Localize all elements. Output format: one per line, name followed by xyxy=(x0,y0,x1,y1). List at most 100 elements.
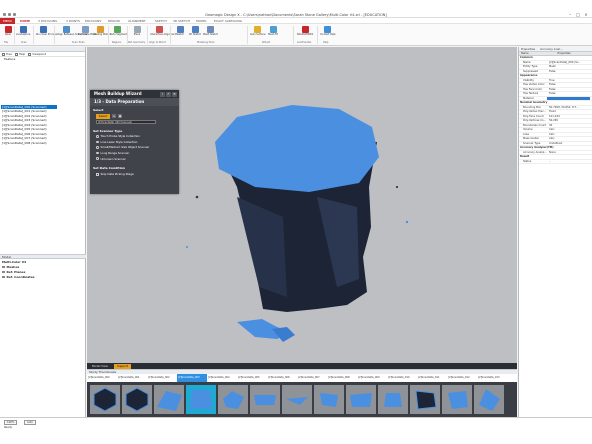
skip-data-picking-option[interactable]: Skip Data Picking Stage xyxy=(90,171,179,177)
thumbnail-name[interactable]: [2]ScanData_007 xyxy=(297,374,327,382)
property-row[interactable]: Status – xyxy=(519,160,592,164)
tab-home[interactable]: HOME xyxy=(20,19,30,23)
wizard-next-button[interactable]: › xyxy=(160,91,165,97)
add-icon[interactable]: + xyxy=(112,114,116,119)
maximize-button[interactable]: □ xyxy=(574,12,582,17)
thumbnail[interactable] xyxy=(442,385,472,414)
model-tree-item-ref-coordinates[interactable]: Ref. Coordinates xyxy=(1,275,85,280)
thumbnail[interactable] xyxy=(474,385,504,414)
livecapture-button[interactable]: LiveCapture xyxy=(16,26,30,41)
plane-button[interactable]: Plane xyxy=(130,26,144,41)
align-between-scan-data-button[interactable]: Align Between Scan Data xyxy=(57,26,87,41)
group-label-file: File xyxy=(4,41,8,44)
tab-polygons[interactable]: POLYGONS xyxy=(85,19,101,23)
property-value[interactable]: Undefined xyxy=(547,142,592,146)
property-value[interactable]: [2][ScanData]_000 (Sc... xyxy=(547,61,592,65)
tab-3d-sketch[interactable]: 3D SKETCH xyxy=(173,19,190,23)
3d-sketch-button[interactable]: 3D Sketch xyxy=(188,26,202,41)
thumbnail-name[interactable]: [2]ScanData_000 xyxy=(87,374,117,382)
thumbnail[interactable] xyxy=(90,385,120,414)
tab-properties[interactable]: Properties xyxy=(521,47,535,51)
property-value[interactable]: None xyxy=(547,151,592,155)
interactive-alignment-button[interactable]: Interactive Alignment xyxy=(150,26,176,41)
thumbnail-name[interactable]: [2]ScanData_001 xyxy=(117,374,147,382)
property-value[interactable]: – xyxy=(547,160,592,164)
thumbnail-name[interactable]: [2]ScanData_002 xyxy=(147,374,177,382)
auto-surface-button[interactable]: Auto Surface xyxy=(250,26,265,41)
tab-help[interactable]: Help xyxy=(14,52,25,56)
property-value[interactable]: Calc. xyxy=(547,128,592,132)
property-value[interactable]: 101,244 xyxy=(547,115,592,119)
tab-3-points[interactable]: 3 POINTS xyxy=(66,19,80,23)
thumbnail-name[interactable]: [2]ScanData_004 xyxy=(207,374,237,382)
property-value[interactable]: Fixed xyxy=(547,110,592,114)
tab-viewpoint[interactable]: Viewpoint xyxy=(28,52,46,56)
thumbnail[interactable] xyxy=(410,385,440,414)
sketch-button[interactable]: Sketch xyxy=(173,26,187,41)
healing-wizard-button[interactable]: Healing Wizard xyxy=(93,26,111,41)
wizard-select-button[interactable]: Select xyxy=(96,114,110,119)
thumbnail-name[interactable]: [2]ScanData_005 xyxy=(237,374,267,382)
thumbnail[interactable] xyxy=(122,385,152,414)
thumbnail-name[interactable]: [2]ScanData_008 xyxy=(327,374,357,382)
thumbnail[interactable] xyxy=(346,385,376,414)
property-section-label: Accuracy Analyzer(TM) xyxy=(520,146,554,149)
thumbnail-name[interactable]: [2]ScanData_013 xyxy=(477,374,507,382)
selection-mode-field[interactable]: Auto xyxy=(24,420,37,425)
expand-icon[interactable] xyxy=(2,265,5,269)
wizard-selected-item[interactable]: [2][ScanData]_000 (Scanned) xyxy=(96,119,156,124)
thumbnail[interactable] xyxy=(154,385,184,414)
wizard-ok-button[interactable]: ✓ xyxy=(166,91,171,97)
tab-exact-surfacing[interactable]: EXACT SURFACING xyxy=(214,19,242,23)
close-button[interactable]: × xyxy=(582,12,590,17)
thumbnail[interactable] xyxy=(250,385,280,414)
tab-alignment[interactable]: ALIGNMENT xyxy=(128,19,146,23)
thumbnail-name[interactable]: [2]ScanData_010 xyxy=(387,374,417,382)
tab-model[interactable]: MODEL xyxy=(196,19,207,23)
tab-region[interactable]: REGION xyxy=(108,19,120,23)
thumbnail[interactable] xyxy=(314,385,344,414)
property-value[interactable]: Calc. xyxy=(547,133,592,137)
expand-icon[interactable] xyxy=(2,270,5,274)
tab-3-polygons[interactable]: 3 POLYGONS xyxy=(38,19,57,23)
thumbnail-name[interactable]: [2]ScanData_006 xyxy=(267,374,297,382)
open-button[interactable]: Open xyxy=(1,26,15,41)
thumbnail[interactable] xyxy=(282,385,312,414)
property-value[interactable]: 50.7268, 50.652, 8.7... xyxy=(547,106,592,110)
mesh-fit-button[interactable]: Mesh Fit xyxy=(266,26,280,41)
property-value[interactable]: Calc. xyxy=(547,137,592,141)
property-value[interactable]: False xyxy=(547,70,592,74)
property-value[interactable]: False xyxy=(547,83,592,87)
thumbnail[interactable] xyxy=(378,385,408,414)
solidworks-button[interactable]: SOLIDWORKS xyxy=(296,26,314,41)
tab-tree[interactable]: Tree xyxy=(2,52,12,56)
thumbnail[interactable] xyxy=(218,385,248,414)
feature-item[interactable]: [1][ScanData]_008 (Scanned) xyxy=(1,141,85,146)
thumbnail-name[interactable]: [2]ScanData_011 xyxy=(417,374,447,382)
run-scan-process-button[interactable]: Run Scan Process xyxy=(36,26,57,41)
zoom-field[interactable]: 100% xyxy=(4,420,18,425)
feature-list: [1][ScanData]_000 (Scanned) [1][ScanData… xyxy=(0,104,85,146)
thumbnail-name[interactable]: [2]ScanData_009 xyxy=(357,374,387,382)
property-value[interactable] xyxy=(547,97,590,101)
property-value[interactable]: 30 xyxy=(547,124,592,128)
auto-segment-button[interactable]: Auto Segment xyxy=(110,26,127,41)
context-help-button[interactable]: Context Help xyxy=(320,26,336,41)
scanner-type-option[interactable]: Unknown Scanner xyxy=(90,156,179,162)
tab-accuracy-analyzer[interactable]: Accuracy Anal... xyxy=(540,47,563,51)
tab-sketch[interactable]: SKETCH xyxy=(155,19,167,23)
expand-icon[interactable] xyxy=(2,275,5,279)
decimate-mesh-button[interactable]: Decimate Mesh xyxy=(78,26,97,41)
thumbnail-name[interactable]: [2]ScanData_003 xyxy=(177,374,207,382)
thumbnail-name[interactable]: [2]ScanData_012 xyxy=(447,374,477,382)
minimize-button[interactable]: – xyxy=(566,12,574,17)
property-value[interactable]: True xyxy=(547,79,592,83)
property-value[interactable]: Mesh xyxy=(547,65,592,69)
property-value[interactable]: False xyxy=(547,88,592,92)
mesh-sketch-button[interactable]: Mesh Sketch xyxy=(203,26,218,41)
property-value[interactable]: False xyxy=(547,92,592,96)
view-icon[interactable]: ◉ xyxy=(118,114,122,119)
property-value[interactable]: 50,265 xyxy=(547,119,592,123)
thumbnail[interactable] xyxy=(186,385,216,414)
wizard-cancel-button[interactable]: × xyxy=(172,91,177,97)
